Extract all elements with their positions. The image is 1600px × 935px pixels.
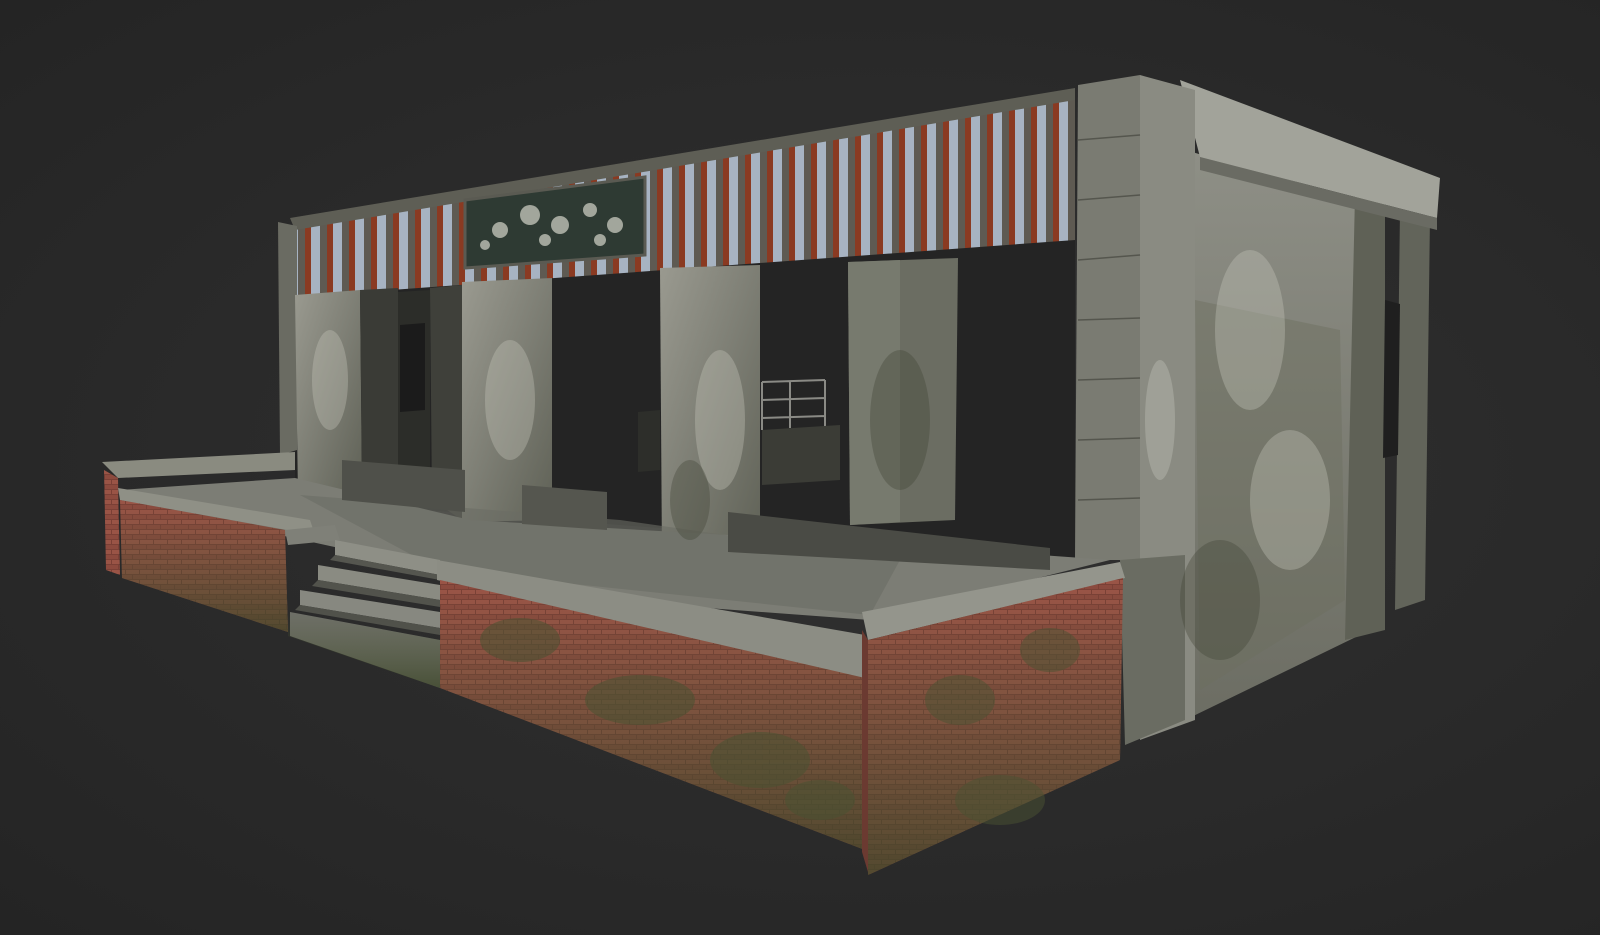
corner-pillar xyxy=(1075,75,1140,560)
3d-viewport[interactable] xyxy=(0,0,1600,935)
back-step xyxy=(762,425,840,485)
pillar-1-dark xyxy=(360,288,398,472)
low-wall-mid xyxy=(522,485,607,530)
left-end-pillar xyxy=(278,222,297,455)
building-model xyxy=(102,75,1440,875)
left-planter-front xyxy=(104,470,120,575)
corner-pillar-base xyxy=(1120,555,1185,745)
corner-wall-front-face xyxy=(862,630,868,872)
right-window xyxy=(1383,300,1400,458)
right-wall-pillar-far xyxy=(1395,210,1430,610)
small-window xyxy=(400,323,425,412)
back-block xyxy=(638,410,660,472)
left-planter-top xyxy=(102,452,295,478)
